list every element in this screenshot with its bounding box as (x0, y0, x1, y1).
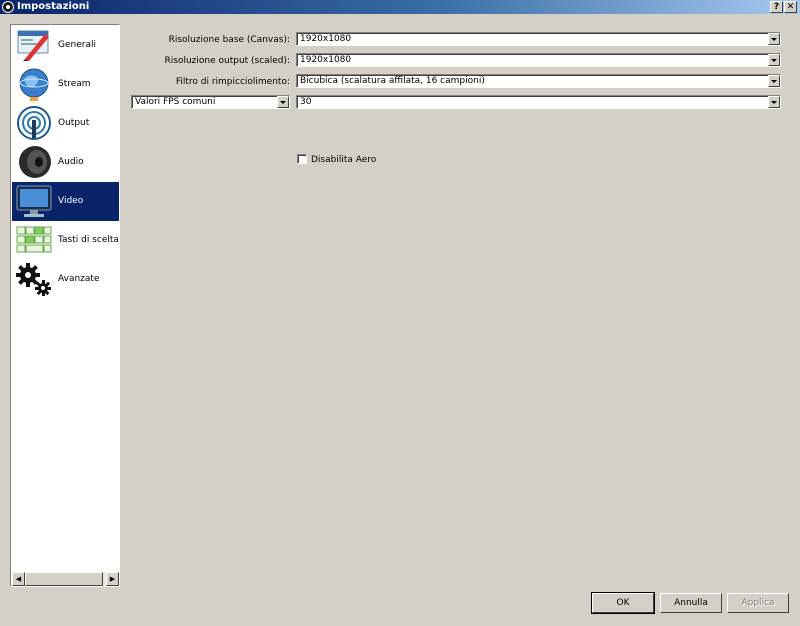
sidebar-item-label: Tasti di scelta rapida (58, 235, 119, 245)
general-settings-icon (17, 30, 49, 61)
scroll-left-button[interactable]: ◀ (12, 572, 25, 586)
sidebar-item-label: Generali (58, 40, 96, 50)
settings-sidebar: Generali Stream Output Audio Video Tasti… (10, 24, 120, 587)
sidebar-item-label: Audio (58, 157, 84, 167)
fps-value-select[interactable]: 30 (296, 95, 781, 109)
sidebar-item-stream[interactable]: Stream (12, 65, 119, 104)
downscale-filter-label: Filtro di rimpicciolimento: (175, 77, 290, 87)
window-title: Impostazioni (17, 1, 90, 12)
output-resolution-value: 1920x1080 (300, 55, 352, 65)
obs-app-icon (2, 1, 14, 13)
sidebar-item-label: Avanzate (58, 274, 100, 284)
chevron-down-icon[interactable] (768, 75, 780, 87)
close-button[interactable]: ✕ (784, 1, 797, 13)
disable-aero-checkbox[interactable] (297, 154, 307, 164)
output-resolution-label: Risoluzione output (scaled): (164, 56, 291, 66)
apply-button[interactable]: Applica (727, 593, 789, 613)
scroll-right-button[interactable]: ▶ (106, 572, 119, 586)
sidebar-horizontal-scrollbar[interactable]: ◀ ▶ (12, 572, 119, 586)
sidebar-item-generali[interactable]: Generali (12, 26, 119, 65)
sidebar-item-output[interactable]: Output (12, 104, 119, 143)
title-bar: Impostazioni ? ✕ (0, 0, 800, 14)
monitor-icon (16, 185, 52, 217)
chevron-down-icon[interactable] (768, 33, 780, 45)
sidebar-item-label: Stream (58, 79, 91, 89)
disable-aero-label[interactable]: Disabilita Aero (311, 155, 376, 165)
fps-type-value: Valori FPS comuni (135, 97, 216, 107)
fps-value: 30 (300, 97, 312, 107)
base-resolution-value: 1920x1080 (300, 34, 352, 44)
base-resolution-select[interactable]: 1920x1080 (296, 32, 781, 46)
output-resolution-select[interactable]: 1920x1080 (296, 53, 781, 67)
cancel-button[interactable]: Annulla (660, 593, 722, 613)
ok-button[interactable]: OK (591, 592, 655, 614)
gears-icon (16, 263, 51, 296)
speaker-icon (19, 146, 51, 178)
downscale-filter-select[interactable]: Bicubica (scalatura affilata, 16 campion… (296, 74, 781, 88)
stream-globe-icon (19, 68, 49, 101)
help-button[interactable]: ? (770, 1, 783, 13)
output-broadcast-icon (17, 106, 51, 140)
fps-type-select[interactable]: Valori FPS comuni (131, 95, 290, 109)
hotkeys-keyboard-icon (16, 226, 52, 253)
sidebar-item-avanzate[interactable]: Avanzate (12, 260, 119, 299)
base-resolution-label: Risoluzione base (Canvas): (168, 35, 290, 45)
chevron-down-icon[interactable] (768, 96, 780, 108)
sidebar-item-label: Video (58, 196, 84, 206)
sidebar-item-video[interactable]: Video (12, 182, 119, 221)
sidebar-item-label: Output (58, 118, 90, 128)
sidebar-item-audio[interactable]: Audio (12, 143, 119, 182)
chevron-down-icon[interactable] (768, 54, 780, 66)
chevron-down-icon[interactable] (277, 96, 289, 108)
sidebar-item-hotkeys[interactable]: Tasti di scelta rapida (12, 221, 119, 260)
downscale-filter-value: Bicubica (scalatura affilata, 16 campion… (300, 76, 485, 86)
scroll-thumb[interactable] (25, 572, 103, 586)
